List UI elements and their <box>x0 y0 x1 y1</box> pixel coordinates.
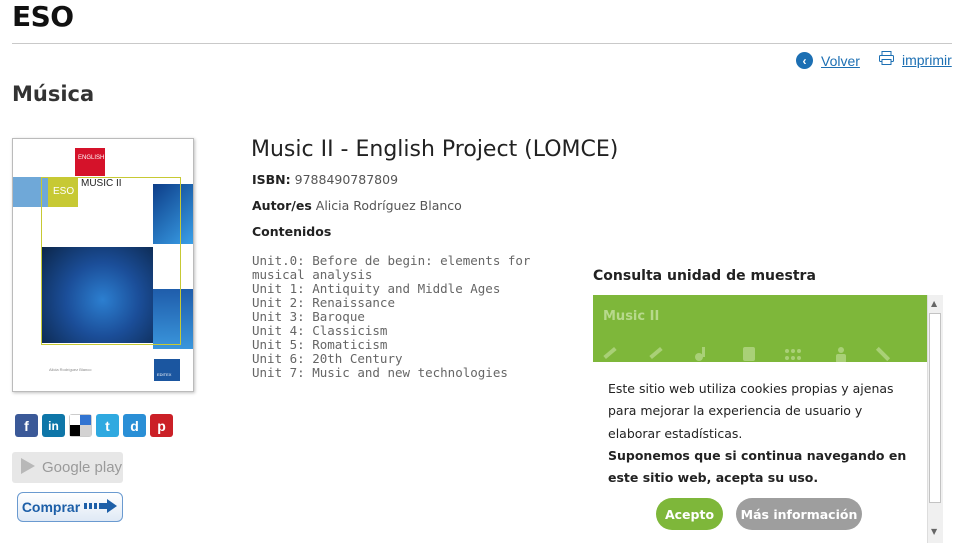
chevron-left-icon: ‹ <box>796 52 813 69</box>
contents-label: Contenidos <box>252 224 332 239</box>
list-item: Unit 5: Romaticism <box>252 337 388 352</box>
cover-frame <box>41 177 181 345</box>
scrollbar-thumb[interactable] <box>929 313 941 503</box>
google-play-label: Google play <box>42 459 123 476</box>
isbn-row: ISBN: 9788490787809 <box>252 172 398 187</box>
sample-unit-banner: Music II <box>593 295 927 363</box>
cookie-message-text: Este sitio web utiliza cookies propias y… <box>608 381 894 441</box>
arrow-right-icon <box>84 498 118 517</box>
contents-list: Unit.0: Before de begin: elements for mu… <box>252 254 552 380</box>
list-item: Unit 2: Renaissance <box>252 295 395 310</box>
more-info-button[interactable]: Más información <box>736 498 862 530</box>
scroll-up-arrow-icon[interactable]: ▲ <box>931 299 937 308</box>
facebook-icon[interactable]: f <box>15 414 38 437</box>
sample-viewer-scrollbar[interactable]: ▲ ▼ <box>927 295 943 543</box>
header-divider <box>12 43 952 44</box>
author-value: Alicia Rodríguez Blanco <box>315 198 462 213</box>
list-item: Unit 1: Antiquity and Middle Ages <box>252 281 501 296</box>
publisher-logo: EDITEX <box>154 359 180 381</box>
list-item: Unit 3: Baroque <box>252 309 365 324</box>
scroll-down-arrow-icon[interactable]: ▼ <box>931 527 937 536</box>
accept-cookies-button[interactable]: Acepto <box>656 498 723 530</box>
digg-icon[interactable]: d <box>123 414 146 437</box>
pinterest-icon[interactable]: p <box>150 414 173 437</box>
buy-button-label: Comprar <box>21 499 81 515</box>
list-item: Unit 7: Music and new technologies <box>252 365 508 380</box>
print-link-label: imprimir <box>902 51 952 68</box>
back-link-label: Volver <box>821 52 860 69</box>
list-item: Unit.0: Before de begin: elements for mu… <box>252 253 531 282</box>
section-title: Música <box>12 82 95 106</box>
delicious-icon[interactable] <box>69 414 92 437</box>
cookie-message: Este sitio web utiliza cookies propias y… <box>608 378 913 489</box>
printer-icon <box>879 51 894 68</box>
twitter-icon[interactable]: t <box>96 414 119 437</box>
buy-button[interactable]: Comprar <box>17 492 123 522</box>
isbn-label: ISBN: <box>252 172 291 187</box>
cover-language-tag: ENGLISH <box>75 148 105 176</box>
page-header-title: ESO <box>12 0 74 33</box>
book-cover-image: ENGLISH ESO MUSIC II Alicia Rodríguez Bl… <box>12 138 194 392</box>
product-title: Music II - English Project (LOMCE) <box>251 137 619 162</box>
cover-author: Alicia Rodríguez Blanco <box>49 367 92 372</box>
linkedin-icon[interactable]: in <box>42 414 65 437</box>
sample-unit-title: Consulta unidad de muestra <box>593 268 816 284</box>
author-label: Autor/es <box>252 198 312 213</box>
sample-unit-banner-title: Music II <box>603 309 660 324</box>
isbn-value: 9788490787809 <box>294 172 399 187</box>
cookie-message-bold: Suponemos que si continua navegando en e… <box>608 447 907 486</box>
back-link[interactable]: ‹ Volver <box>796 52 860 69</box>
list-item: Unit 4: Classicism <box>252 323 388 338</box>
print-link[interactable]: imprimir <box>879 51 952 68</box>
list-item: Unit 6: 20th Century <box>252 351 403 366</box>
author-row: Autor/es Alicia Rodríguez Blanco <box>252 198 462 213</box>
social-share-bar: f in t d p <box>15 414 173 437</box>
play-store-icon <box>20 457 36 479</box>
tool-icons-row <box>603 346 891 363</box>
google-play-button[interactable]: Google play <box>12 452 123 483</box>
cookie-consent-banner: Este sitio web utiliza cookies propias y… <box>593 362 927 543</box>
